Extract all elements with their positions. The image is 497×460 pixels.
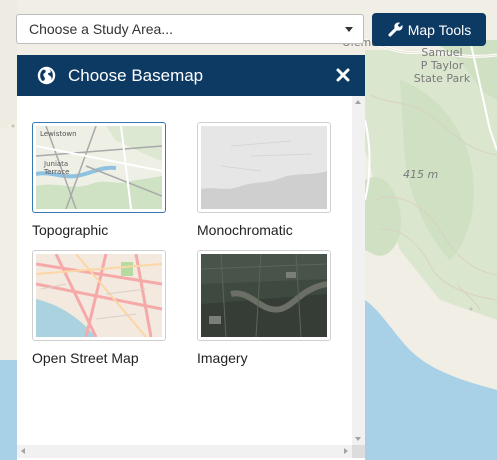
basemap-gallery: Lewistown Juniata Terrace Topographic Mo… [17, 96, 352, 445]
basemap-tile-imagery[interactable]: Imagery [197, 250, 347, 366]
scroll-down-icon[interactable] [355, 437, 361, 441]
scroll-right-icon[interactable] [344, 448, 348, 454]
scroll-up-icon[interactable] [355, 100, 361, 104]
map-tools-label: Map Tools [407, 21, 472, 38]
vertical-scrollbar[interactable] [352, 96, 365, 445]
basemap-thumbnail[interactable]: Lewistown Juniata Terrace [32, 122, 166, 213]
svg-text:Lewistown: Lewistown [40, 130, 77, 138]
basemap-thumbnail[interactable] [32, 250, 166, 341]
imagery-thumbnail [201, 254, 327, 337]
topographic-thumbnail: Lewistown Juniata Terrace [36, 126, 162, 209]
map-label-elevation: 415 m [403, 168, 439, 181]
scrollbar-corner [352, 445, 365, 458]
open-street-map-thumbnail [36, 254, 162, 337]
panel-body: Lewistown Juniata Terrace Topographic Mo… [17, 96, 365, 445]
horizontal-scrollbar[interactable] [17, 445, 352, 458]
svg-text:Juniata: Juniata [43, 160, 68, 168]
map-label-park-line2: P Taylor [420, 59, 464, 72]
monochromatic-thumbnail [201, 126, 327, 209]
caret-down-icon [345, 27, 353, 32]
basemap-tile-monochromatic[interactable]: Monochromatic [197, 122, 347, 238]
basemap-label: Imagery [197, 350, 248, 366]
basemap-label: Topographic [32, 222, 109, 238]
wrench-icon [388, 22, 403, 37]
basemap-label: Monochromatic [197, 222, 293, 238]
panel-title: Choose Basemap [68, 65, 204, 85]
map-label-park-line3: State Park [413, 72, 471, 85]
basemap-thumbnail[interactable] [197, 122, 331, 213]
basemap-thumbnail[interactable] [197, 250, 331, 341]
study-area-placeholder: Choose a Study Area... [29, 21, 173, 37]
scroll-left-icon[interactable] [21, 448, 25, 454]
panel-header: Choose Basemap [17, 55, 365, 96]
basemap-panel: Choose Basemap Lewistown Juniata Terrace… [17, 55, 365, 460]
map-tools-button[interactable]: Map Tools [372, 13, 486, 46]
basemap-tile-topographic[interactable]: Lewistown Juniata Terrace Topographic [32, 122, 182, 238]
svg-text:Terrace: Terrace [43, 168, 69, 176]
map-label-park-line1: Samuel [421, 46, 463, 59]
study-area-select[interactable]: Choose a Study Area... [16, 14, 364, 44]
basemap-tile-open-street-map[interactable]: Open Street Map [32, 250, 182, 366]
globe-icon [37, 66, 56, 85]
basemap-label: Open Street Map [32, 350, 139, 366]
close-icon[interactable] [335, 67, 351, 83]
